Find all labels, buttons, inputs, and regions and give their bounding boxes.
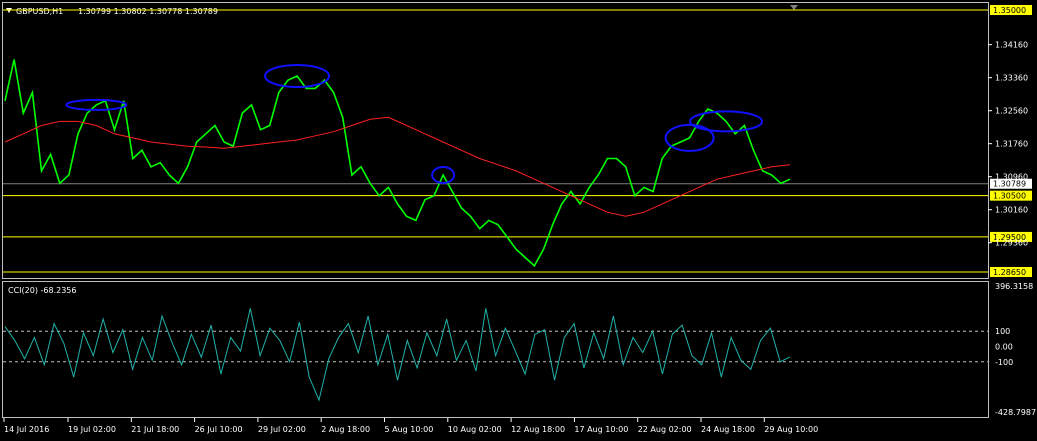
moving-average-line xyxy=(4,116,791,217)
highlight-ellipses xyxy=(65,64,764,185)
level-label: 1.28650 xyxy=(993,268,1026,277)
x-tick-label: 26 Jul 10:00 xyxy=(195,425,243,434)
x-tick-label: 5 Aug 10:00 xyxy=(385,425,434,434)
x-tick-label: 19 Jul 02:00 xyxy=(68,425,116,434)
y-tick-label: 1.30160 xyxy=(995,206,1028,215)
collapse-arrow-icon[interactable] xyxy=(790,5,798,10)
cci-label: CCI(20) -68.2356 xyxy=(8,286,76,295)
x-tick-label: 12 Aug 18:00 xyxy=(511,425,565,434)
price-line xyxy=(4,59,791,268)
cci-tick-label: 396.3158 xyxy=(995,282,1033,291)
cci-tick-label: -100 xyxy=(995,358,1013,367)
cci-tick-label: -428.7987 xyxy=(995,408,1036,417)
x-tick-label: 21 Jul 18:00 xyxy=(131,425,179,434)
x-tick-label: 24 Aug 18:00 xyxy=(701,425,755,434)
cci-layer: 396.3158 100 0.00 -100 -428.7987 xyxy=(3,282,1036,417)
cci-tick-label: 0.00 xyxy=(995,343,1013,352)
x-tick-label: 2 Aug 18:00 xyxy=(321,425,370,434)
level-lines xyxy=(3,9,988,273)
level-label: 1.35000 xyxy=(993,6,1026,15)
y-tick-label: 1.33360 xyxy=(995,74,1028,83)
x-tick-label: 22 Aug 02:00 xyxy=(638,425,692,434)
x-tick-label: 29 Jul 02:00 xyxy=(258,425,306,434)
price-axis: 1.350001.305001.295001.286501.341601.333… xyxy=(988,5,1032,277)
y-tick-label: 1.31760 xyxy=(995,140,1028,149)
price-chart: GBPUSD,H1 1.30799 1.30802 1.30778 1.3078… xyxy=(2,2,1036,434)
y-tick-label: 1.34160 xyxy=(995,41,1028,50)
cci-tick-label: 100 xyxy=(995,327,1010,336)
cci-panel-frame xyxy=(2,281,989,418)
x-tick-label: 14 Jul 2016 xyxy=(4,425,49,434)
x-tick-label: 10 Aug 02:00 xyxy=(448,425,502,434)
y-tick-label: 1.29360 xyxy=(995,239,1028,248)
level-label: 1.30500 xyxy=(993,192,1026,201)
symbol-label: GBPUSD,H1 xyxy=(16,7,63,16)
x-tick-label: 17 Aug 10:00 xyxy=(574,425,628,434)
series-layer xyxy=(4,59,791,268)
cci-line xyxy=(4,308,791,402)
current-price-label: 1.30789 xyxy=(993,180,1026,189)
y-tick-label: 1.32560 xyxy=(995,107,1028,116)
ohlc-readout: 1.30799 1.30802 1.30778 1.30789 xyxy=(78,7,218,16)
x-tick-label: 29 Aug 10:00 xyxy=(764,425,818,434)
time-axis: 14 Jul 2016 19 Jul 02:00 21 Jul 18:00 26 Ju… xyxy=(3,418,818,434)
